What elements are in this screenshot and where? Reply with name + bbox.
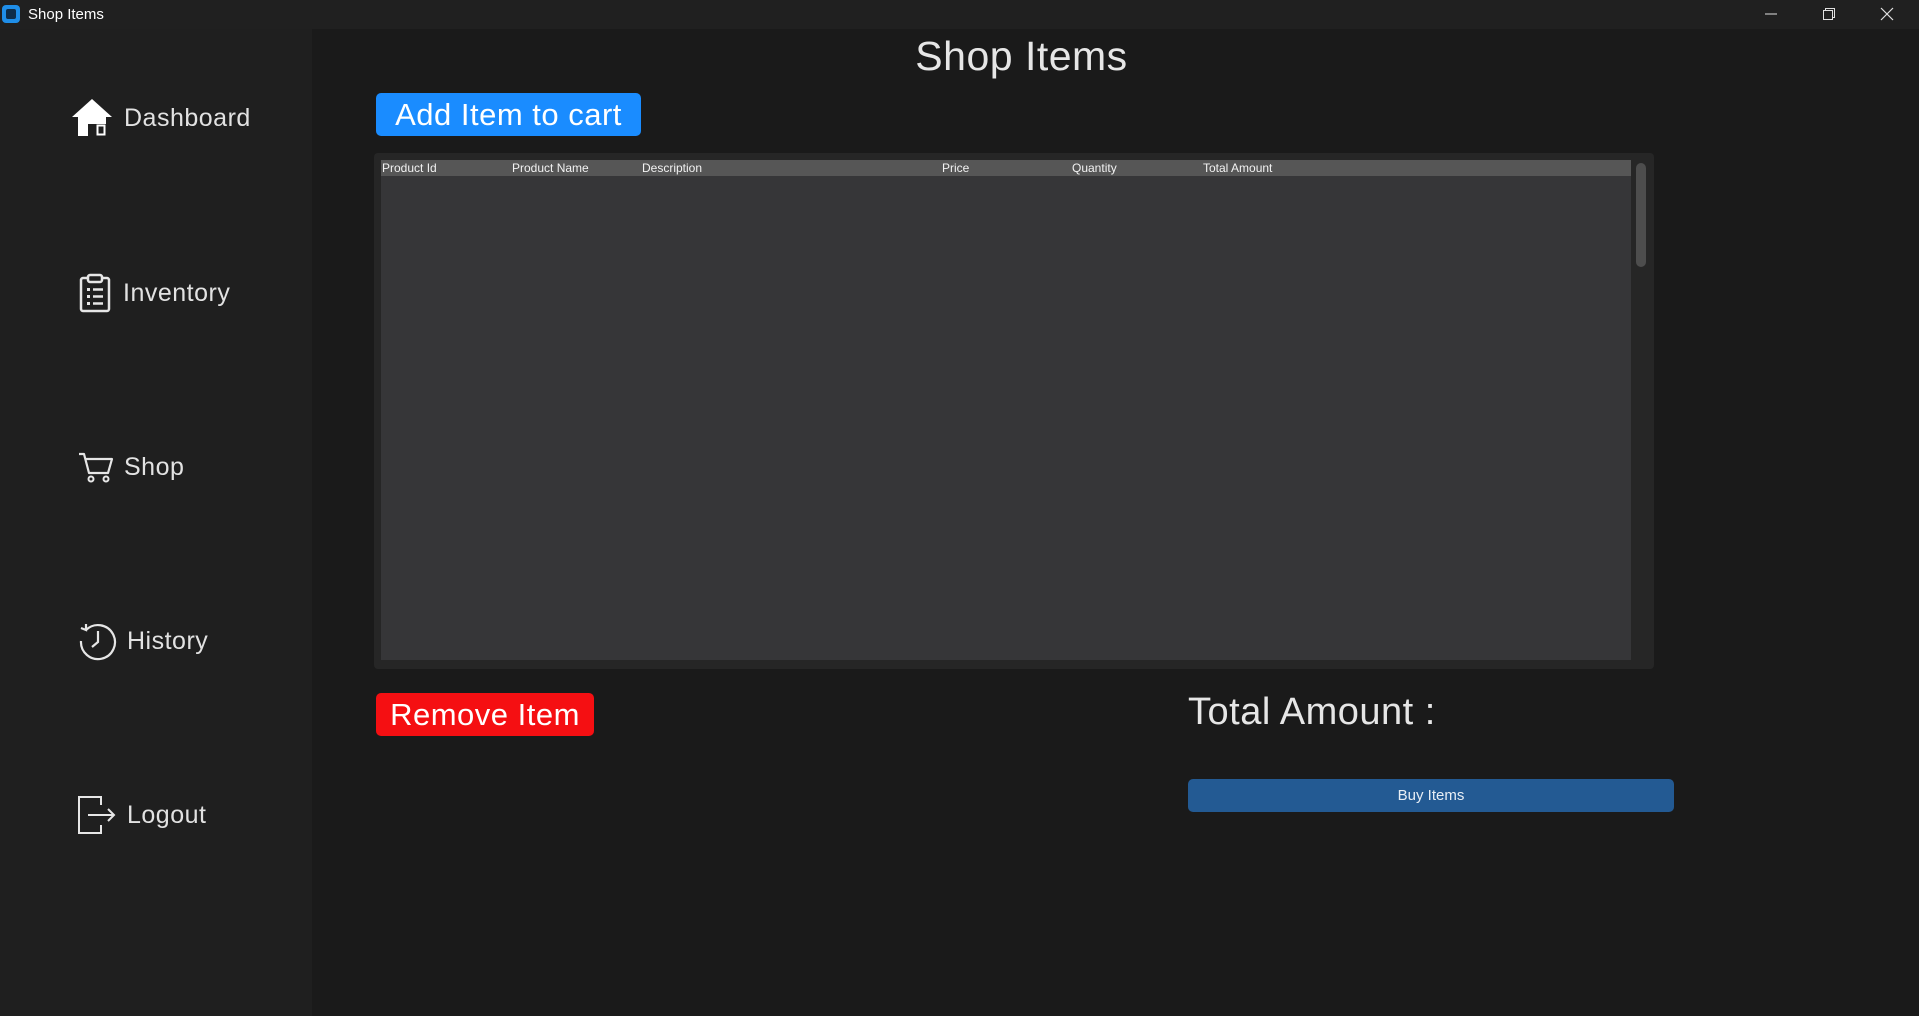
column-header-quantity[interactable]: Quantity bbox=[1072, 161, 1117, 175]
buy-items-button[interactable]: Buy Items bbox=[1188, 779, 1674, 812]
home-icon bbox=[72, 99, 112, 136]
add-item-to-cart-button[interactable]: Add Item to cart bbox=[376, 93, 641, 136]
cart-table-frame: Product Id Product Name Description Pric… bbox=[374, 153, 1654, 669]
minimize-button[interactable] bbox=[1742, 0, 1800, 29]
sidebar-item-label: Inventory bbox=[123, 278, 231, 307]
sidebar-item-logout[interactable]: Logout bbox=[77, 790, 206, 840]
column-header-description[interactable]: Description bbox=[642, 161, 702, 175]
table-scrollbar[interactable] bbox=[1636, 163, 1646, 267]
page-title: Shop Items bbox=[915, 33, 1128, 79]
window-title: Shop Items bbox=[28, 6, 104, 23]
column-header-price[interactable]: Price bbox=[942, 161, 969, 175]
remove-item-button[interactable]: Remove Item bbox=[376, 693, 594, 736]
sidebar-item-label: Shop bbox=[124, 452, 185, 481]
sidebar: Dashboard Inventory Shop History Logout bbox=[0, 29, 312, 1016]
sidebar-item-history[interactable]: History bbox=[77, 616, 208, 666]
sidebar-item-shop[interactable]: Shop bbox=[78, 442, 184, 492]
table-header: Product Id Product Name Description Pric… bbox=[381, 160, 1631, 176]
column-header-total-amount[interactable]: Total Amount bbox=[1203, 161, 1272, 175]
app-icon bbox=[2, 5, 20, 23]
clipboard-icon bbox=[79, 273, 111, 313]
sidebar-item-dashboard[interactable]: Dashboard bbox=[70, 93, 251, 143]
sidebar-item-label: History bbox=[127, 626, 209, 655]
column-header-product-id[interactable]: Product Id bbox=[382, 161, 437, 175]
cart-table[interactable]: Product Id Product Name Description Pric… bbox=[381, 160, 1631, 660]
sidebar-item-label: Logout bbox=[127, 800, 207, 829]
title-bar: Shop Items bbox=[0, 0, 1919, 29]
sidebar-item-label: Dashboard bbox=[124, 103, 251, 132]
column-header-product-name[interactable]: Product Name bbox=[512, 161, 589, 175]
restore-button[interactable] bbox=[1800, 0, 1858, 29]
close-button[interactable] bbox=[1858, 0, 1916, 29]
minimize-icon bbox=[1765, 13, 1777, 15]
restore-icon bbox=[1823, 8, 1835, 20]
total-amount-label: Total Amount : bbox=[1188, 691, 1436, 733]
cart-icon bbox=[79, 452, 114, 483]
logout-icon bbox=[78, 796, 116, 834]
sidebar-item-inventory[interactable]: Inventory bbox=[77, 268, 230, 318]
main-content: Shop Items Add Item to cart Product Id P… bbox=[312, 29, 1919, 1016]
close-icon bbox=[1880, 7, 1894, 21]
history-icon bbox=[79, 623, 117, 661]
